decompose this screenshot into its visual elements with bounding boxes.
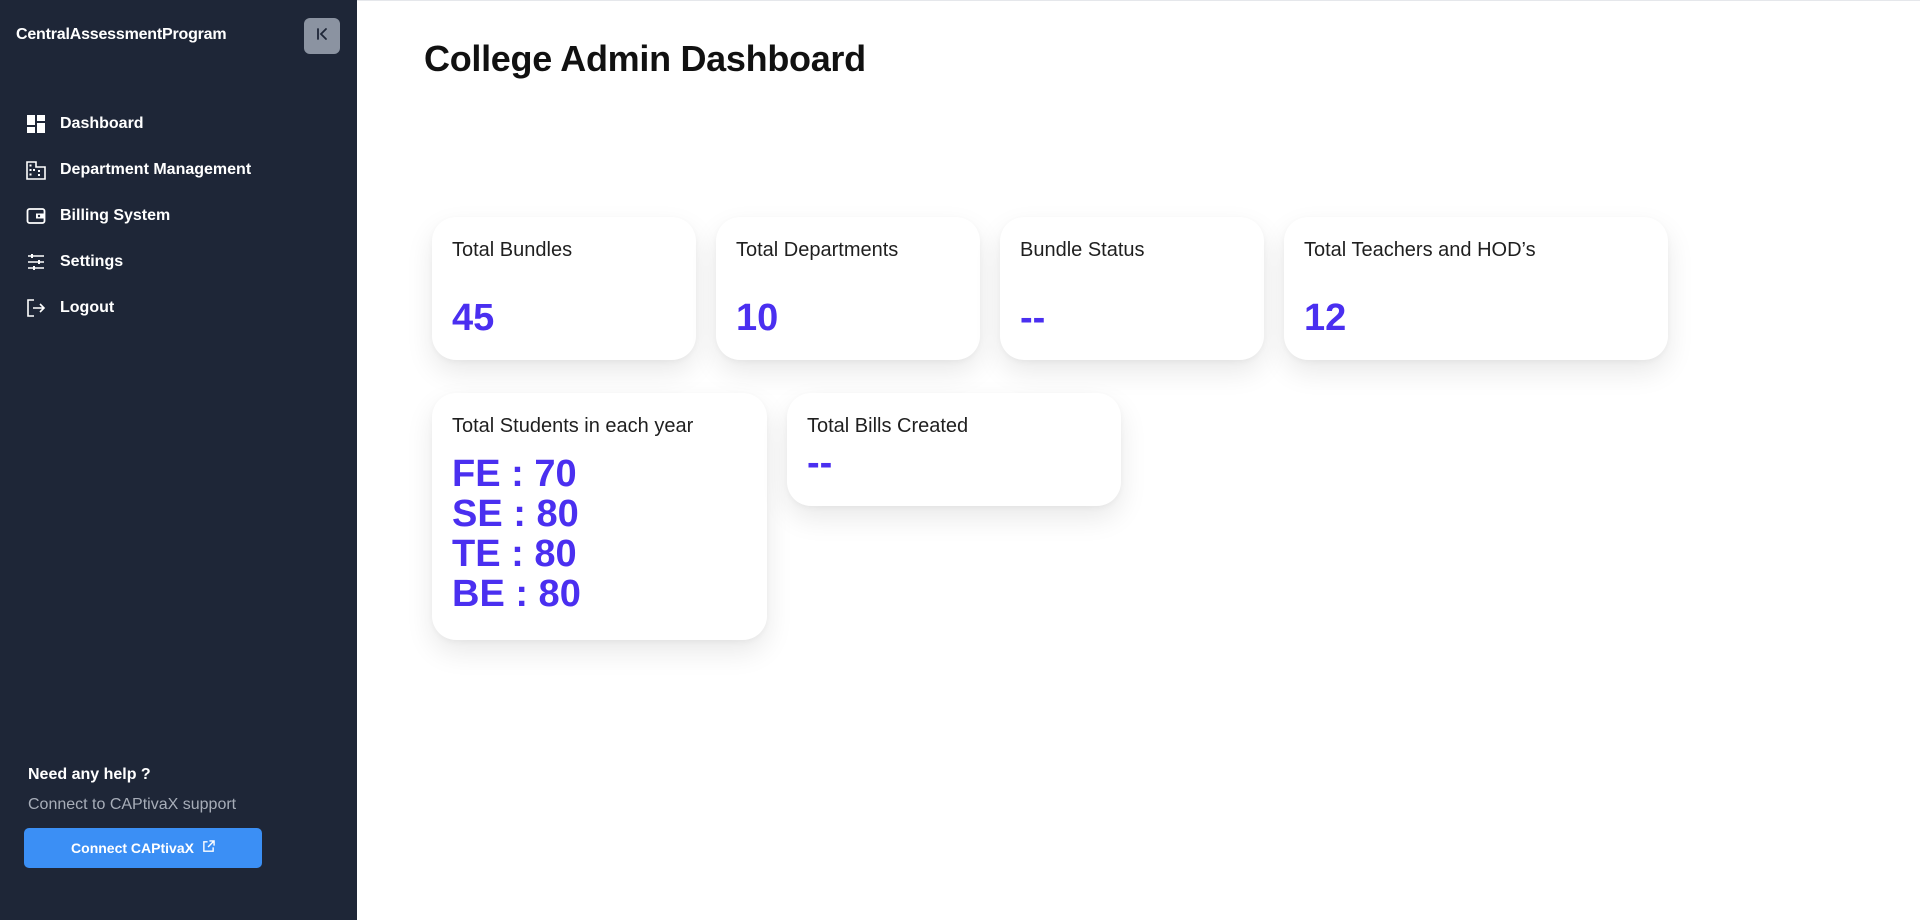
- help-section: Need any help ? Connect to CAPtivaX supp…: [28, 766, 338, 814]
- card-title: Total Departments: [736, 239, 899, 261]
- card-value: --: [807, 442, 833, 484]
- card-value: --: [1020, 297, 1046, 339]
- sidebar-item-billing-system[interactable]: Billing System: [0, 193, 357, 239]
- sidebar-item-label: Settings: [60, 253, 124, 270]
- sidebar-item-logout[interactable]: Logout: [0, 285, 357, 331]
- sidebar-item-label: Department Management: [60, 161, 252, 178]
- year-row-fe: FE : 70: [452, 453, 577, 495]
- card-total-bundles: Total Bundles 45: [432, 217, 696, 360]
- help-subtitle: Connect to CAPtivaX support: [28, 796, 237, 813]
- app-brand: CentralAssessmentProgram: [16, 26, 227, 43]
- sidebar-item-department-management[interactable]: Department Management: [0, 147, 357, 193]
- year-row-te: TE : 80: [452, 533, 577, 575]
- year-row-be: BE : 80: [452, 573, 581, 615]
- external-link-icon: [202, 840, 215, 856]
- card-bundle-status: Bundle Status --: [1000, 217, 1264, 360]
- building-icon: [26, 160, 46, 180]
- card-total-teachers: Total Teachers and HOD’s 12: [1284, 217, 1668, 360]
- year-row-se: SE : 80: [452, 493, 579, 535]
- card-students-per-year: Total Students in each year FE : 70 SE :…: [432, 393, 767, 640]
- card-title: Total Bundles: [452, 239, 573, 261]
- card-title: Total Students in each year: [452, 415, 694, 437]
- wallet-icon: [26, 206, 46, 226]
- sidebar-item-label: Dashboard: [60, 115, 144, 132]
- card-total-departments: Total Departments 10: [716, 217, 980, 360]
- page-title: College Admin Dashboard: [424, 38, 866, 79]
- sliders-icon: [26, 252, 46, 272]
- help-title: Need any help ?: [28, 766, 151, 783]
- connect-button-label: Connect CAPtivaX: [71, 840, 194, 856]
- card-total-bills: Total Bills Created --: [787, 393, 1121, 506]
- sidebar-item-settings[interactable]: Settings: [0, 239, 357, 285]
- card-title: Total Bills Created: [807, 415, 969, 437]
- collapse-sidebar-button[interactable]: [304, 18, 340, 54]
- year-list: FE : 70 SE : 80 TE : 80 BE : 80: [452, 454, 747, 614]
- sidebar-item-label: Billing System: [60, 207, 171, 224]
- card-value: 12: [1304, 297, 1347, 339]
- collapse-left-icon: [314, 26, 330, 47]
- card-value: 45: [452, 297, 495, 339]
- card-value: 10: [736, 297, 779, 339]
- connect-captivax-button[interactable]: Connect CAPtivaX: [24, 828, 262, 868]
- card-title: Bundle Status: [1020, 239, 1145, 261]
- sidebar-item-label: Logout: [60, 299, 115, 316]
- logout-icon: [26, 298, 46, 318]
- card-title: Total Teachers and HOD’s: [1304, 239, 1536, 261]
- dashboard-icon: [26, 114, 46, 134]
- sidebar: CentralAssessmentProgram Dashboard Depar…: [0, 0, 357, 920]
- sidebar-nav: Dashboard Department Management Billing …: [0, 101, 357, 331]
- sidebar-item-dashboard[interactable]: Dashboard: [0, 101, 357, 147]
